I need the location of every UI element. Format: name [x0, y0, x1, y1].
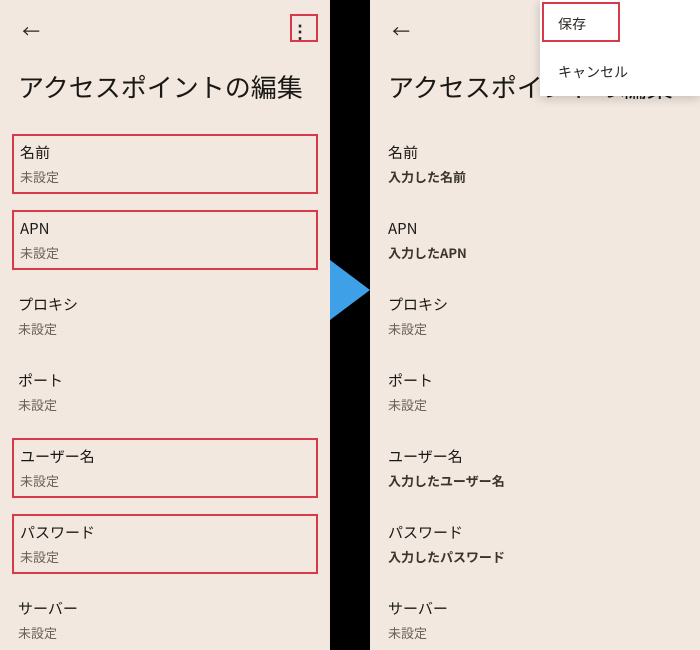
field-name[interactable]: 名前 未設定	[12, 134, 318, 194]
field-username[interactable]: ユーザー名 未設定	[12, 438, 318, 498]
field-port[interactable]: ポート 未設定	[18, 362, 312, 424]
field-value: 未設定	[18, 395, 312, 414]
field-value: 未設定	[20, 471, 310, 490]
more-vert-icon[interactable]: ⋮	[288, 19, 312, 43]
field-port[interactable]: ポート 未設定	[388, 362, 682, 424]
field-proxy[interactable]: プロキシ 未設定	[18, 286, 312, 348]
field-label: プロキシ	[388, 294, 682, 315]
field-label: APN	[388, 218, 682, 239]
field-label: ポート	[388, 370, 682, 391]
field-name[interactable]: 名前 入力した名前	[388, 134, 682, 196]
field-label: APN	[20, 218, 310, 239]
field-label: パスワード	[388, 522, 682, 543]
field-value: 未設定	[388, 319, 682, 338]
field-value: 入力したユーザー名	[388, 471, 682, 490]
field-label: プロキシ	[18, 294, 312, 315]
field-label: サーバー	[388, 598, 682, 619]
back-arrow-icon[interactable]: ←	[18, 14, 44, 48]
field-label: サーバー	[18, 598, 312, 619]
topbar: ← ⋮	[18, 18, 312, 44]
field-value: 未設定	[20, 167, 310, 186]
field-apn[interactable]: APN 入力したAPN	[388, 210, 682, 272]
field-label: ユーザー名	[20, 446, 310, 467]
menu-item-save[interactable]: 保存	[540, 0, 700, 48]
page-title: アクセスポイントの編集	[18, 70, 312, 104]
field-value: 入力した名前	[388, 167, 682, 186]
field-server[interactable]: サーバー 未設定	[388, 590, 682, 650]
field-username[interactable]: ユーザー名 入力したユーザー名	[388, 438, 682, 500]
field-value: 未設定	[388, 395, 682, 414]
field-value: 入力したパスワード	[388, 547, 682, 566]
field-label: ユーザー名	[388, 446, 682, 467]
menu-item-cancel[interactable]: キャンセル	[540, 48, 700, 96]
field-value: 未設定	[18, 319, 312, 338]
left-panel: ← ⋮ アクセスポイントの編集 名前 未設定 APN 未設定 プロキシ 未設定 …	[0, 0, 330, 650]
field-value: 未設定	[388, 623, 682, 642]
field-password[interactable]: パスワード 未設定	[12, 514, 318, 574]
arrow-right-icon	[330, 260, 370, 320]
field-apn[interactable]: APN 未設定	[12, 210, 318, 270]
field-password[interactable]: パスワード 入力したパスワード	[388, 514, 682, 576]
right-panel: ← 保存 キャンセル アクセスポイントの編集 名前 入力した名前 APN 入力し…	[370, 0, 700, 650]
back-arrow-icon[interactable]: ←	[388, 14, 414, 48]
field-proxy[interactable]: プロキシ 未設定	[388, 286, 682, 348]
field-label: 名前	[20, 142, 310, 163]
field-value: 未設定	[20, 547, 310, 566]
field-label: ポート	[18, 370, 312, 391]
field-value: 未設定	[18, 623, 312, 642]
field-value: 入力したAPN	[388, 243, 682, 262]
field-label: 名前	[388, 142, 682, 163]
field-value: 未設定	[20, 243, 310, 262]
overflow-menu: 保存 キャンセル	[540, 0, 700, 96]
field-server[interactable]: サーバー 未設定	[18, 590, 312, 650]
transition-arrow-column	[330, 0, 370, 650]
field-label: パスワード	[20, 522, 310, 543]
